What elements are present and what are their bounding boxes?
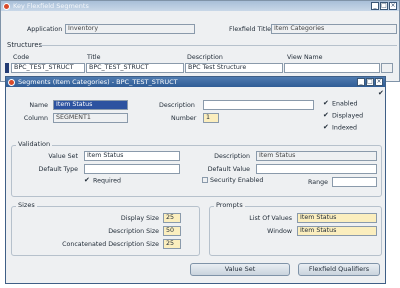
window-prompt-label: Window: [267, 228, 292, 235]
description-size-label: Description Size: [108, 228, 159, 235]
name-field[interactable]: Item Status: [53, 100, 128, 110]
structure-code-field[interactable]: BPC_TEST_STRUCT: [11, 63, 85, 73]
window-prompt-field[interactable]: Item Status: [297, 226, 377, 236]
enabled-label: Enabled: [332, 100, 358, 108]
flexfield-qualifiers-button[interactable]: Flexfield Qualifiers: [298, 263, 380, 276]
value-set-button[interactable]: Value Set: [190, 263, 290, 276]
displayed-checkbox[interactable]: ✔ Displayed: [323, 112, 363, 120]
back-window-titlebar[interactable]: Key Flexfield Segments _ □ ×: [1, 1, 399, 11]
range-label: Range: [308, 179, 328, 186]
close-icon[interactable]: ×: [375, 78, 383, 86]
value-set-label: Value Set: [48, 153, 78, 160]
column-label: Column: [23, 115, 48, 122]
default-value-field[interactable]: [256, 164, 377, 174]
structures-label: Structures: [7, 41, 43, 49]
check-icon: ✔: [323, 123, 329, 131]
value-set-field[interactable]: Item Status: [84, 151, 180, 161]
maximize-icon[interactable]: □: [366, 78, 374, 86]
number-field[interactable]: 1: [203, 113, 219, 123]
description-field[interactable]: [203, 100, 314, 110]
concat-size-label: Concatenated Description Size: [62, 241, 159, 248]
required-label: Required: [93, 177, 122, 185]
back-window-title: Key Flexfield Segments: [13, 2, 89, 10]
prompts-title: Prompts: [214, 201, 245, 209]
window-check-icon: ✔: [378, 89, 384, 97]
validation-title: Validation: [16, 140, 53, 148]
structure-title-field[interactable]: BPC_TEST_STRUCT: [86, 63, 184, 73]
enabled-checkbox[interactable]: ✔ Enabled: [323, 100, 357, 108]
record-indicator[interactable]: [5, 63, 9, 73]
close-icon[interactable]: ×: [389, 2, 397, 10]
column-field[interactable]: SEGMENT1: [53, 113, 128, 123]
col-title-header: Title: [87, 54, 101, 61]
name-label: Name: [29, 102, 48, 109]
col-view-name-header: View Name: [287, 54, 323, 61]
required-checkbox[interactable]: ✔ Required: [84, 177, 121, 185]
application-field[interactable]: Inventory: [65, 24, 195, 34]
structure-scroll-cell[interactable]: [381, 63, 393, 73]
number-label: Number: [171, 115, 197, 122]
default-value-label: Default Value: [207, 166, 250, 173]
flexfield-title-field[interactable]: Item Categories: [271, 24, 397, 34]
check-icon: ✔: [84, 176, 90, 184]
col-code-header: Code: [13, 54, 30, 61]
display-size-label: Display Size: [120, 215, 159, 222]
vs-description-field[interactable]: Item Status: [256, 151, 377, 161]
minimize-icon[interactable]: _: [371, 2, 379, 10]
vs-description-label: Description: [214, 153, 250, 160]
list-of-values-field[interactable]: Item Status: [297, 213, 377, 223]
flexfield-title-label: Flexfield Title: [229, 26, 271, 33]
displayed-label: Displayed: [332, 112, 364, 120]
default-type-field[interactable]: [84, 164, 180, 174]
security-enabled-checkbox[interactable]: Security Enabled: [202, 177, 263, 184]
indexed-checkbox[interactable]: ✔ Indexed: [323, 124, 357, 132]
segments-window-title: Segments (Item Categories) - BPC_TEST_ST…: [18, 78, 178, 86]
segments-window-titlebar[interactable]: Segments (Item Categories) - BPC_TEST_ST…: [6, 77, 385, 87]
sizes-title: Sizes: [16, 201, 37, 209]
check-icon: ✔: [323, 111, 329, 119]
check-icon: ✔: [323, 99, 329, 107]
display-size-field[interactable]: 25: [163, 213, 181, 223]
indexed-label: Indexed: [332, 124, 358, 132]
security-enabled-label: Security Enabled: [210, 177, 264, 184]
structure-view-name-field[interactable]: [284, 63, 380, 73]
concat-size-field[interactable]: 25: [163, 239, 181, 249]
checkbox-icon: [202, 177, 208, 183]
segments-window: Segments (Item Categories) - BPC_TEST_ST…: [5, 76, 386, 284]
structure-description-field[interactable]: BPC Test Structure: [185, 63, 283, 73]
key-flexfield-segments-window: Key Flexfield Segments _ □ × Application…: [0, 0, 400, 82]
range-field[interactable]: [332, 177, 377, 187]
maximize-icon[interactable]: □: [380, 2, 388, 10]
oracle-app-icon: [3, 2, 10, 10]
description-label: Description: [159, 102, 195, 109]
col-description-header: Description: [187, 54, 223, 61]
description-size-field[interactable]: 50: [163, 226, 181, 236]
list-of-values-label: List Of Values: [249, 215, 292, 222]
structures-divider: [41, 45, 397, 46]
application-label: Application: [27, 26, 63, 33]
oracle-app-icon: [8, 78, 15, 86]
default-type-label: Default Type: [38, 166, 78, 173]
minimize-icon[interactable]: _: [357, 78, 365, 86]
